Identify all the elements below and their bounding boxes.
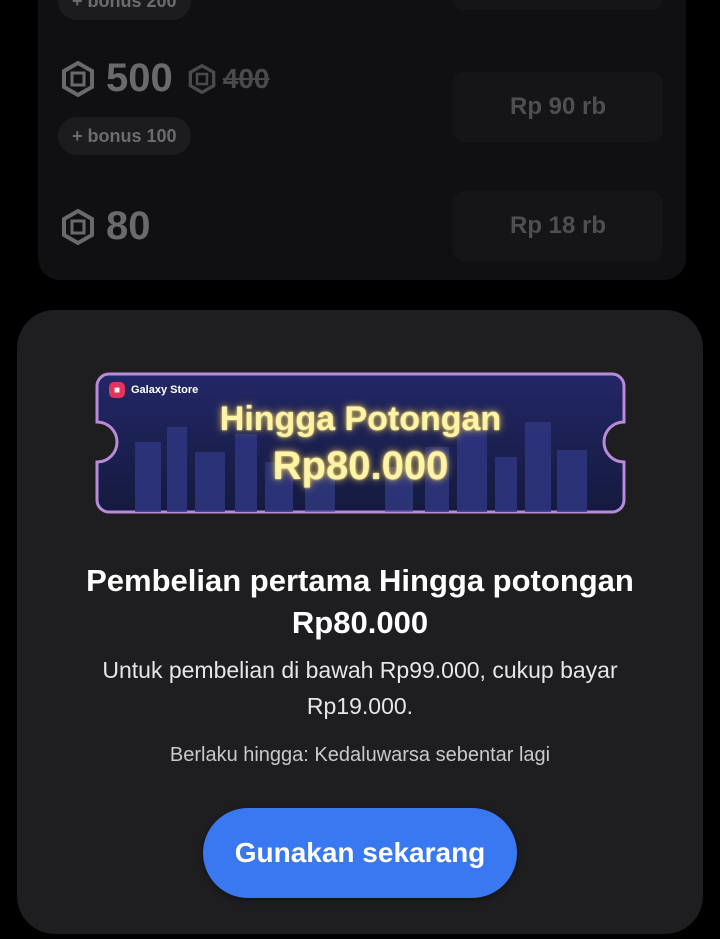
old-amount-text: 400 — [222, 62, 270, 94]
robux-package-80: 80 — [60, 204, 151, 249]
bonus-badge: + bonus 200 — [58, 0, 191, 20]
robux-amount: 80 — [106, 204, 151, 248]
price-button-partial[interactable] — [453, 0, 663, 10]
promo-description: Untuk pembelian di bawah Rp99.000, cukup… — [102, 657, 618, 719]
promo-bottom-sheet: ■ Galaxy Store Hingga Potongan Rp80.000 … — [17, 310, 703, 934]
banner-line2: Rp80.000 — [272, 444, 449, 488]
promo-validity: Berlaku hingga: Kedaluwarsa sebentar lag… — [169, 744, 551, 766]
bonus-badge: + bonus 100 — [58, 117, 191, 155]
robux-package-500: 500 400 — [60, 56, 269, 101]
promo-banner: ■ Galaxy Store Hingga Potongan Rp80.000 — [95, 372, 626, 514]
robux-icon — [60, 60, 96, 97]
price-button[interactable]: Rp 18 rb — [453, 191, 663, 261]
robux-old-amount: 400 — [187, 62, 270, 95]
price-button[interactable]: Rp 90 rb — [453, 72, 663, 142]
robux-icon — [60, 208, 96, 245]
store-name: Galaxy Store — [131, 384, 199, 396]
banner-line1: Hingga Potongan — [219, 400, 502, 438]
galaxy-store-label: ■ Galaxy Store — [109, 382, 198, 398]
use-now-button[interactable]: Gunakan sekarang — [203, 808, 517, 898]
galaxy-store-icon: ■ — [109, 382, 125, 398]
robux-icon — [187, 63, 217, 94]
promo-title: Pembelian pertama Hingga potongan Rp80.0… — [86, 563, 634, 640]
robux-amount: 500 — [106, 56, 173, 100]
